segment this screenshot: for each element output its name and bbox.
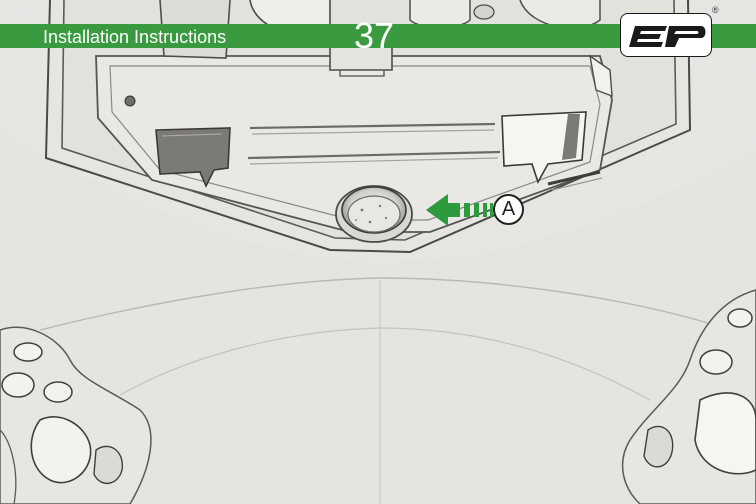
callout-label-a: A: [493, 194, 524, 225]
registered-mark: ®: [712, 5, 719, 15]
instruction-page: Installation Instructions 37 ® A: [0, 0, 756, 504]
vehicle-panel-illustration: [0, 0, 756, 504]
ep-logo: [620, 13, 712, 57]
page-number: 37: [354, 15, 395, 56]
header-title: Installation Instructions: [43, 27, 227, 47]
arrow-left-icon: [426, 194, 493, 226]
ep-logo-mark: [629, 26, 706, 47]
